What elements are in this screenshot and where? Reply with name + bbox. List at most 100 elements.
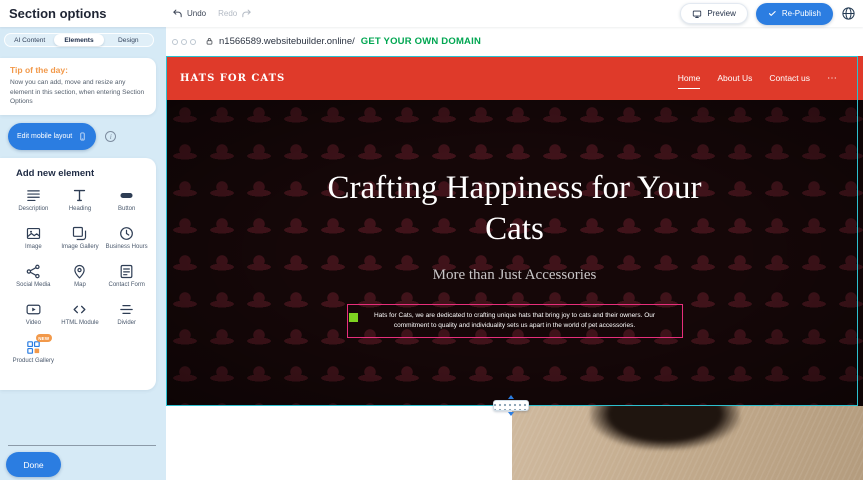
hero-subtitle[interactable]: More than Just Accessories bbox=[433, 267, 597, 284]
check-icon bbox=[768, 9, 777, 18]
heading-icon bbox=[71, 187, 88, 204]
done-button[interactable]: Done bbox=[6, 452, 61, 477]
website-builder-app: Section options Undo Redo Preview Re-Pub… bbox=[0, 0, 863, 480]
edit-mobile-layout-button[interactable]: Edit mobile layout bbox=[8, 123, 96, 150]
element-divider[interactable]: Divider bbox=[103, 301, 150, 334]
video-icon bbox=[25, 301, 42, 318]
element-social-media[interactable]: Social Media bbox=[10, 263, 57, 296]
redo-button[interactable]: Redo bbox=[218, 8, 252, 19]
tab-elements[interactable]: Elements bbox=[54, 34, 103, 46]
element-business-hours[interactable]: Business Hours bbox=[103, 225, 150, 258]
element-label: Business Hours bbox=[106, 244, 148, 252]
tip-heading: Tip of the day: bbox=[10, 65, 146, 75]
code-icon bbox=[71, 301, 88, 318]
next-section-blank bbox=[166, 406, 512, 480]
cat-silhouette bbox=[590, 406, 740, 450]
top-bar-actions: Preview Re-Publish bbox=[680, 0, 856, 27]
site-logo[interactable]: HATS FOR CATS bbox=[180, 73, 285, 84]
text-lines-icon bbox=[25, 187, 42, 204]
element-label: Social Media bbox=[16, 282, 50, 290]
map-pin-icon bbox=[71, 263, 88, 280]
preview-button[interactable]: Preview bbox=[680, 3, 747, 24]
element-label: Heading bbox=[69, 206, 91, 214]
editor-canvas: n1566589.websitebuilder.online/ GET YOUR… bbox=[166, 27, 863, 480]
sidebar-tabs: AI Content Elements Design bbox=[4, 33, 154, 47]
undo-button[interactable]: Undo bbox=[172, 8, 206, 19]
site-header: HATS FOR CATS Home About Us Contact us ⋯ bbox=[166, 56, 863, 100]
element-label: Divider bbox=[117, 320, 136, 328]
page-title: Section options bbox=[9, 6, 107, 21]
top-bar: Section options Undo Redo Preview Re-Pub… bbox=[0, 0, 863, 27]
phone-icon bbox=[78, 130, 87, 143]
undo-label: Undo bbox=[187, 9, 206, 18]
tip-of-the-day-card: Tip of the day: Now you can add, move an… bbox=[0, 58, 156, 115]
site-nav: Home About Us Contact us ⋯ bbox=[678, 73, 837, 84]
republish-label: Re-Publish bbox=[782, 9, 821, 18]
sidebar: AI Content Elements Design Tip of the da… bbox=[0, 27, 166, 480]
browser-bar: n1566589.websitebuilder.online/ GET YOUR… bbox=[166, 27, 863, 56]
divider-icon bbox=[118, 301, 135, 318]
mobile-layout-row: Edit mobile layout bbox=[8, 123, 116, 150]
next-section bbox=[166, 406, 863, 480]
sidebar-divider bbox=[8, 445, 156, 446]
element-video[interactable]: Video bbox=[10, 301, 57, 334]
product-gallery-icon: NEW bbox=[25, 339, 42, 356]
hero-section[interactable]: Crafting Happiness for Your Cats More th… bbox=[166, 100, 863, 406]
element-button[interactable]: Button bbox=[103, 187, 150, 220]
redo-icon bbox=[241, 8, 252, 19]
element-label: Product Gallery bbox=[13, 358, 54, 366]
element-label: Description bbox=[18, 206, 48, 214]
section-resize-handle[interactable] bbox=[492, 395, 530, 416]
element-heading[interactable]: Heading bbox=[57, 187, 104, 220]
resize-down-arrow-icon bbox=[508, 412, 514, 416]
element-image-gallery[interactable]: Image Gallery bbox=[57, 225, 104, 258]
nav-home[interactable]: Home bbox=[678, 73, 701, 83]
element-image[interactable]: Image bbox=[10, 225, 57, 258]
element-label: Contact Form bbox=[108, 282, 144, 290]
nav-about-us[interactable]: About Us bbox=[717, 73, 752, 83]
get-domain-link[interactable]: GET YOUR OWN DOMAIN bbox=[361, 36, 481, 47]
add-element-panel: Add new element Description Heading Butt… bbox=[0, 158, 156, 390]
more-icon[interactable]: ⋯ bbox=[827, 73, 837, 84]
share-icon bbox=[25, 263, 42, 280]
lock-icon bbox=[205, 36, 214, 47]
element-label: Map bbox=[74, 282, 86, 290]
nav-contact-us[interactable]: Contact us bbox=[769, 73, 810, 83]
element-drag-handle[interactable] bbox=[349, 313, 358, 322]
hero-title[interactable]: Crafting Happiness for Your Cats bbox=[305, 168, 725, 251]
image-icon bbox=[25, 225, 42, 242]
window-dots bbox=[172, 39, 196, 45]
redo-label: Redo bbox=[218, 9, 237, 18]
new-badge: NEW bbox=[36, 334, 52, 342]
monitor-icon bbox=[692, 9, 702, 19]
republish-button[interactable]: Re-Publish bbox=[756, 3, 833, 25]
preview-label: Preview bbox=[707, 9, 735, 18]
element-label: Image bbox=[25, 244, 42, 252]
element-label: Button bbox=[118, 206, 135, 214]
element-grid: Description Heading Button Image Image G bbox=[10, 187, 150, 372]
element-label: Image Gallery bbox=[61, 244, 98, 252]
resize-grip-icon bbox=[493, 400, 529, 411]
element-product-gallery[interactable]: NEW Product Gallery bbox=[10, 339, 57, 372]
element-description[interactable]: Description bbox=[10, 187, 57, 220]
element-map[interactable]: Map bbox=[57, 263, 104, 296]
info-icon[interactable] bbox=[105, 131, 116, 142]
element-contact-form[interactable]: Contact Form bbox=[103, 263, 150, 296]
image-gallery-icon bbox=[71, 225, 88, 242]
history-controls: Undo Redo bbox=[172, 0, 252, 27]
edit-mobile-layout-label: Edit mobile layout bbox=[17, 133, 72, 140]
button-icon bbox=[118, 187, 135, 204]
add-element-title: Add new element bbox=[16, 168, 150, 179]
hero-paragraph-box[interactable]: Hats for Cats, we are dedicated to craft… bbox=[347, 304, 683, 338]
element-label: HTML Module bbox=[61, 320, 98, 328]
site-preview: HATS FOR CATS Home About Us Contact us ⋯… bbox=[166, 56, 863, 406]
tab-ai-content[interactable]: AI Content bbox=[5, 34, 54, 46]
globe-icon[interactable] bbox=[841, 6, 856, 21]
hero-paragraph: Hats for Cats, we are dedicated to craft… bbox=[357, 311, 673, 331]
resize-up-arrow-icon bbox=[508, 395, 514, 399]
site-url[interactable]: n1566589.websitebuilder.online/ bbox=[219, 36, 355, 47]
element-html-module[interactable]: HTML Module bbox=[57, 301, 104, 334]
clock-icon bbox=[118, 225, 135, 242]
cat-photo bbox=[512, 406, 863, 480]
tab-design[interactable]: Design bbox=[104, 34, 153, 46]
